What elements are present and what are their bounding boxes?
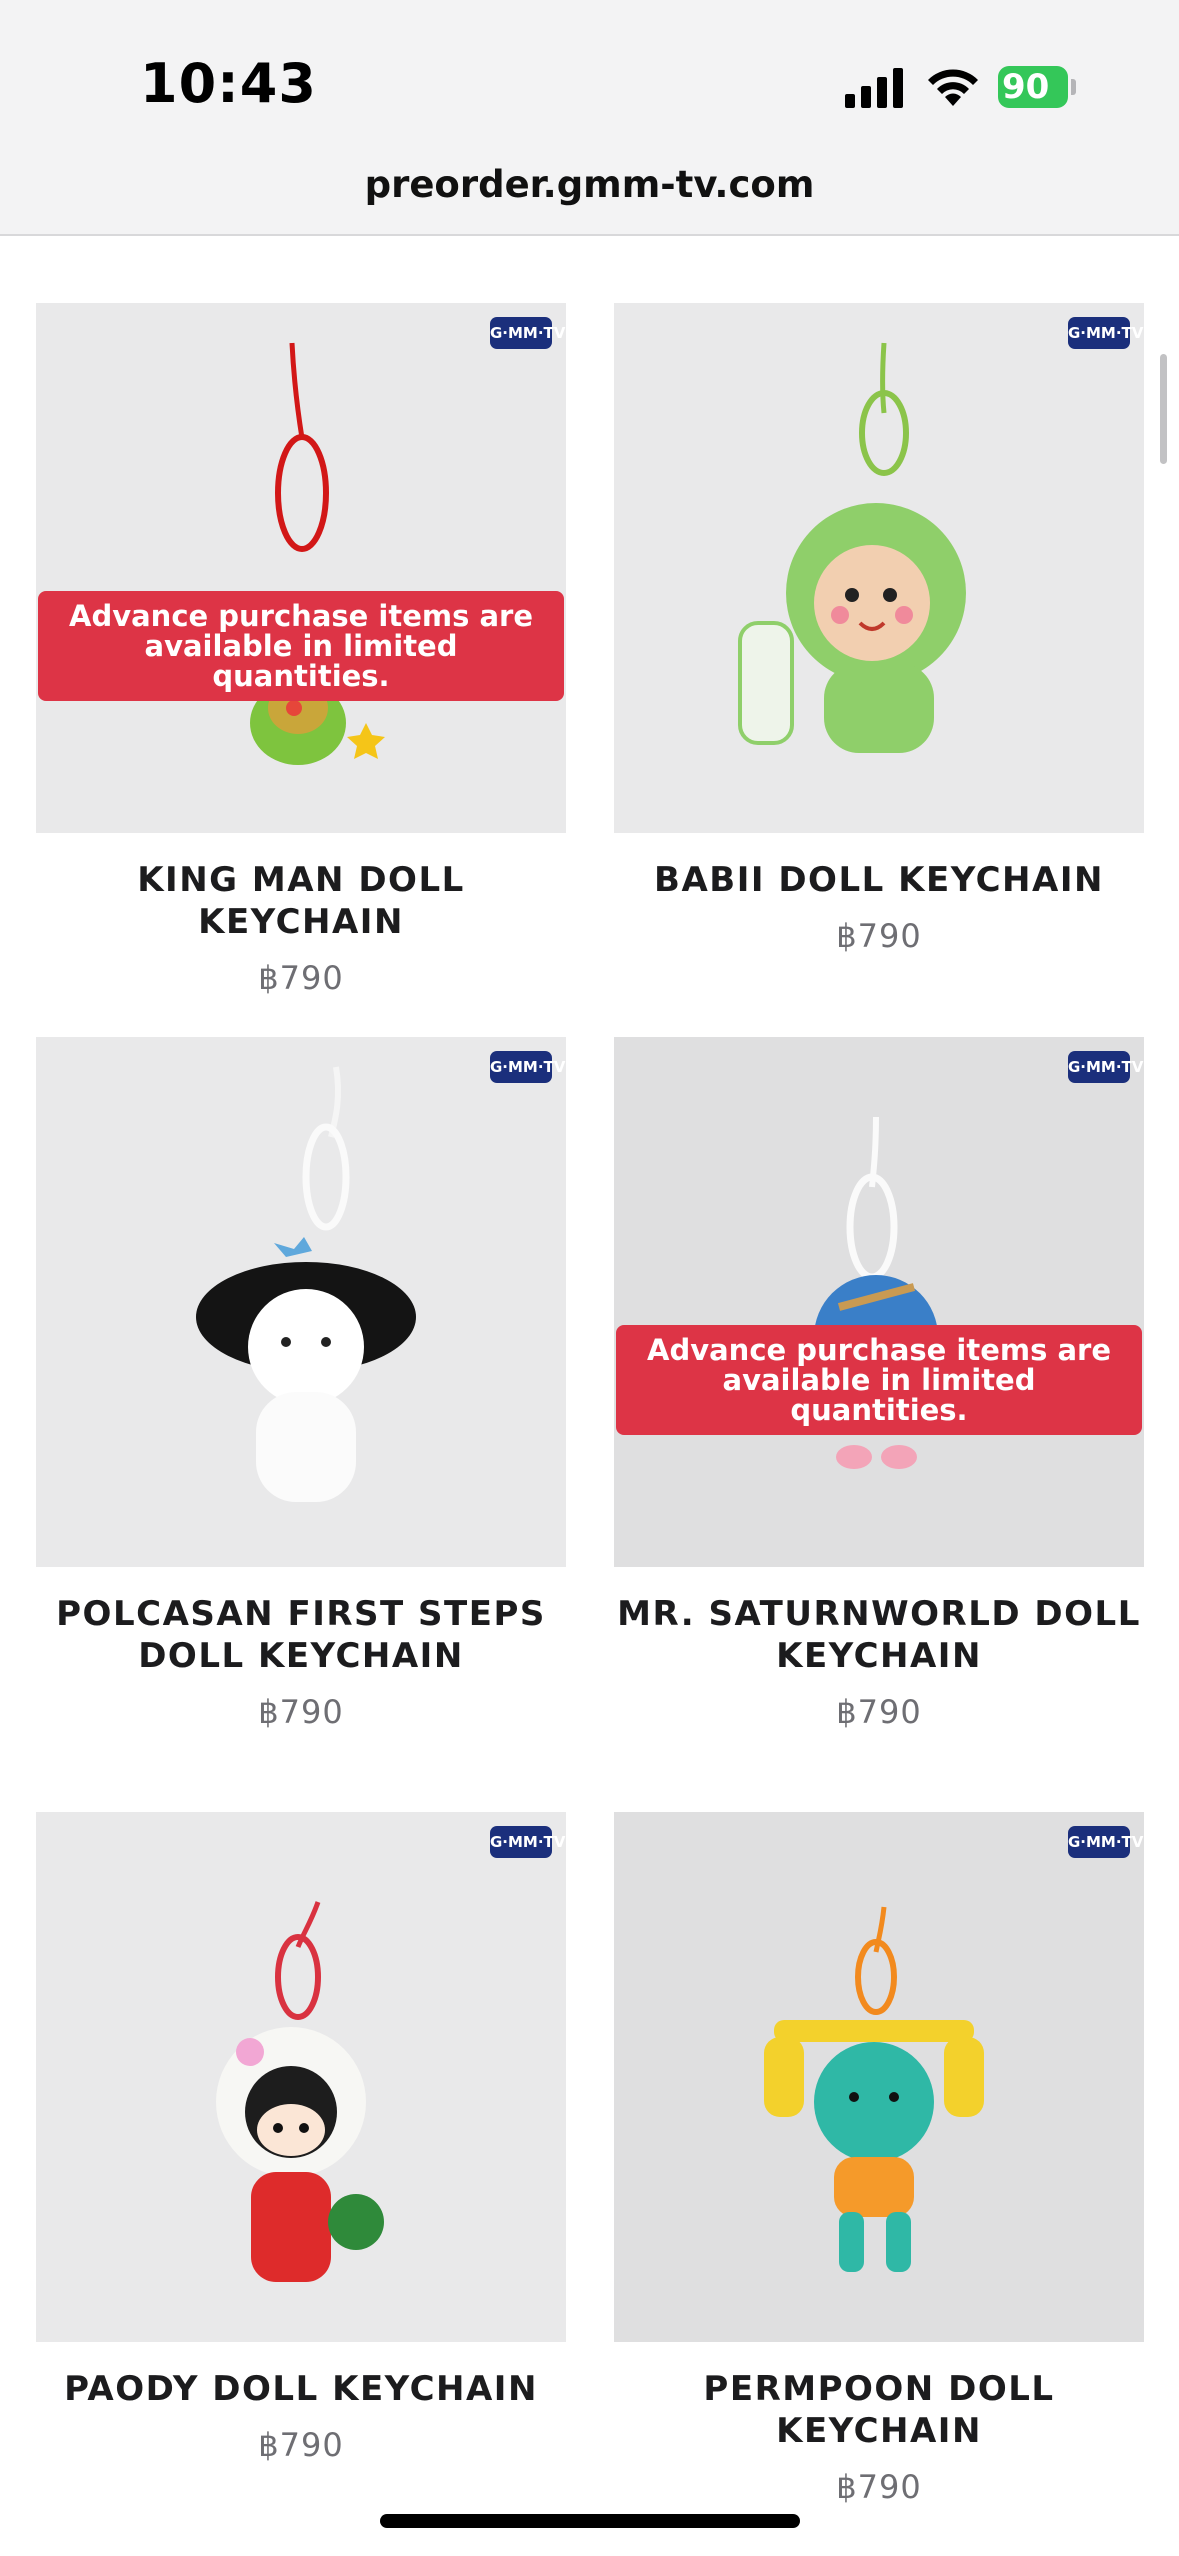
product-price: ฿790 [836, 2468, 922, 2506]
product-card[interactable]: G·MM·TV PAODY DOLL KEYCHAIN ฿790 [36, 1812, 566, 2464]
brand-logo: G·MM·TV [1068, 1051, 1143, 1083]
product-card[interactable]: G·MM·TV Advance purchase items are avail… [36, 303, 566, 997]
brand-logo: G·MM·TV [490, 317, 565, 349]
browser-url-bar[interactable]: preorder.gmm-tv.com [0, 150, 1179, 236]
battery-icon: 90 [998, 66, 1078, 108]
brand-logo: G·MM·TV [1068, 1826, 1143, 1858]
product-name[interactable]: POLCASAN FIRST STEPS DOLL KEYCHAIN [36, 1593, 566, 1677]
status-bar: 10:43 90 [0, 0, 1179, 150]
keychain-doll-image [196, 1066, 416, 1502]
product-card[interactable]: G·MM·TV POLCASAN FIRST STEPS DOLL KEYCHA… [36, 1037, 566, 1731]
battery-level: 90 [998, 66, 1068, 108]
home-indicator[interactable] [380, 2514, 800, 2528]
keychain-doll-image [738, 342, 966, 753]
product-price: ฿790 [258, 2426, 344, 2464]
product-price: ฿790 [258, 1693, 344, 1731]
product-name[interactable]: BABII DOLL KEYCHAIN [614, 859, 1144, 901]
product-image[interactable]: G·MM·TV [36, 1812, 566, 2342]
keychain-doll-image [216, 1901, 384, 2282]
brand-logo: G·MM·TV [1068, 317, 1143, 349]
product-name[interactable]: PAODY DOLL KEYCHAIN [36, 2368, 566, 2410]
product-name[interactable]: PERMPOON DOLL KEYCHAIN [614, 2368, 1144, 2452]
product-card[interactable]: G·MM·TV BABII DOLL KEYCHAIN ฿790 [614, 303, 1144, 955]
product-price: ฿790 [836, 917, 922, 955]
product-image[interactable]: G·MM·TV Advance purchase items are avail… [614, 1037, 1144, 1567]
product-price: ฿790 [836, 1693, 922, 1731]
wifi-icon [928, 69, 978, 106]
product-name[interactable]: KING MAN DOLL KEYCHAIN [36, 859, 566, 943]
brand-logo: G·MM·TV [490, 1826, 565, 1858]
product-price: ฿790 [258, 959, 344, 997]
keychain-doll-image [764, 1906, 984, 2272]
keychain-doll-image [250, 342, 385, 765]
product-image[interactable]: G·MM·TV [614, 1812, 1144, 2342]
product-card[interactable]: G·MM·TV Advance purchase items are avail… [614, 1037, 1144, 1731]
url-text[interactable]: preorder.gmm-tv.com [365, 163, 815, 206]
product-image[interactable]: G·MM·TV [36, 1037, 566, 1567]
cellular-signal-icon [845, 68, 903, 108]
status-time: 10:43 [140, 52, 317, 115]
brand-logo: G·MM·TV [490, 1051, 565, 1083]
limited-quantity-banner: Advance purchase items are available in … [616, 1325, 1142, 1435]
limited-quantity-banner: Advance purchase items are available in … [38, 591, 564, 701]
product-name[interactable]: MR. SATURNWORLD DOLL KEYCHAIN [614, 1593, 1144, 1677]
product-image[interactable]: G·MM·TV Advance purchase items are avail… [36, 303, 566, 833]
product-card[interactable]: G·MM·TV PERMPOON DOLL KEYCHAIN ฿790 [614, 1812, 1144, 2506]
scrollbar[interactable] [1160, 354, 1167, 464]
product-image[interactable]: G·MM·TV [614, 303, 1144, 833]
keychain-doll-image [814, 1116, 938, 1469]
